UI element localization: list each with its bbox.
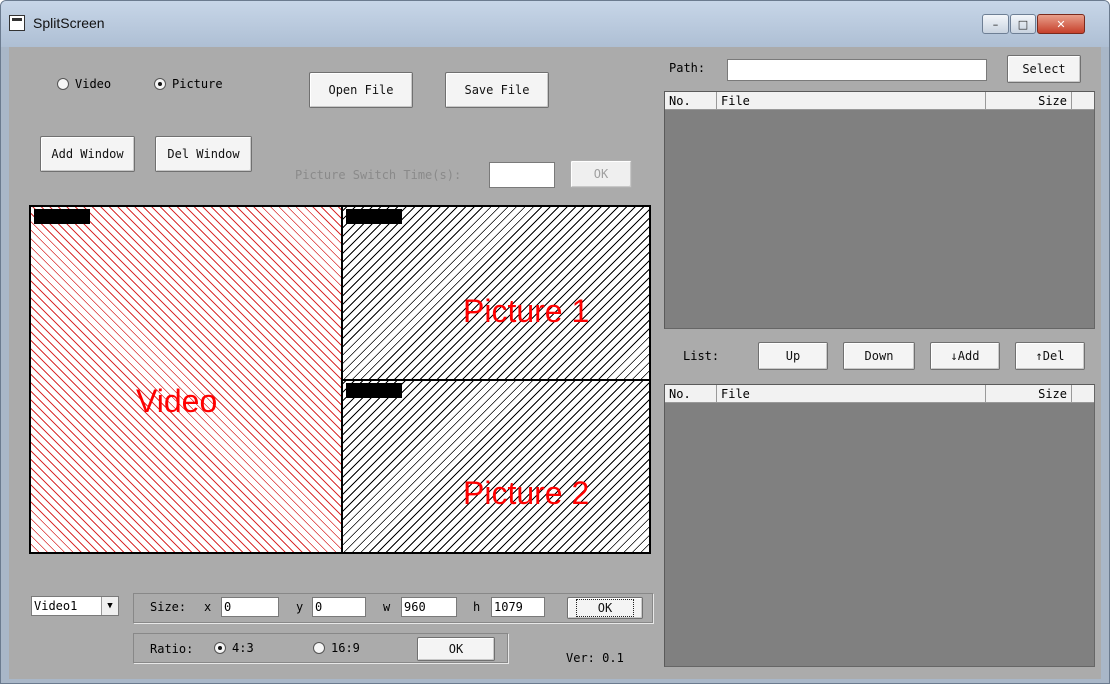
video-region-tag [34, 209, 90, 224]
video-region[interactable]: Video [31, 207, 343, 552]
file-table-col-no[interactable]: No. [665, 92, 717, 110]
list-table-col-no[interactable]: No. [665, 385, 717, 403]
video-radio-indicator [57, 78, 69, 90]
file-table-header: No. File Size [665, 92, 1094, 110]
picture-radio-indicator [154, 78, 166, 90]
size-y-input[interactable]: 0 [312, 597, 366, 617]
size-w-label: w [383, 600, 391, 614]
list-table-col-file[interactable]: File [717, 385, 986, 403]
list-table-header: No. File Size [665, 385, 1094, 403]
list-label: List: [683, 349, 720, 363]
ratio-label: Ratio: [150, 642, 194, 656]
window-select-value: Video1 [34, 599, 78, 613]
window-select-combo[interactable]: Video1 ▼ [31, 596, 119, 616]
version-label: Ver: 0.1 [566, 651, 624, 665]
picture-mode-radio[interactable]: Picture [154, 77, 223, 91]
picture-2-region-label: Picture 2 [463, 475, 590, 511]
window-title: SplitScreen [33, 15, 105, 31]
maximize-button[interactable]: □ [1010, 14, 1036, 34]
splitscreen-window: SplitScreen – □ ✕ Video Picture Open Fil… [0, 0, 1110, 684]
video-mode-radio[interactable]: Video [57, 77, 111, 91]
save-file-button[interactable]: Save File [445, 72, 549, 108]
size-y-label: y [296, 600, 304, 614]
ratio-16-9-radio[interactable]: 16:9 [313, 641, 360, 655]
file-table-col-file[interactable]: File [717, 92, 986, 110]
size-x-label: x [204, 600, 212, 614]
video-radio-label: Video [75, 77, 112, 91]
size-ok-label: OK [575, 599, 635, 617]
client-area: Video Picture Open File Save File Add Wi… [9, 47, 1101, 679]
ratio-ok-button[interactable]: OK [417, 637, 495, 661]
size-label: Size: [150, 600, 187, 614]
picture-switch-time-input[interactable] [489, 162, 555, 188]
size-h-input[interactable]: 1079 [491, 597, 545, 617]
file-table-col-size[interactable]: Size [986, 92, 1072, 110]
picture-1-region[interactable]: Picture 1 [343, 207, 649, 381]
chevron-down-icon[interactable]: ▼ [101, 597, 118, 615]
open-file-button[interactable]: Open File [309, 72, 413, 108]
select-path-button[interactable]: Select [1007, 55, 1081, 83]
ratio-4-3-radio[interactable]: 4:3 [214, 641, 254, 655]
ratio-4-3-indicator [214, 642, 226, 654]
up-button[interactable]: Up [758, 342, 828, 370]
ratio-16-9-indicator [313, 642, 325, 654]
app-icon [9, 15, 25, 31]
file-table[interactable]: No. File Size [664, 91, 1095, 329]
add-window-button[interactable]: Add Window [40, 136, 135, 172]
picture-switch-time-label: Picture Switch Time(s): [295, 168, 462, 182]
minimize-button[interactable]: – [982, 14, 1009, 34]
size-h-label: h [473, 600, 481, 614]
path-input[interactable] [727, 59, 987, 81]
ratio-16-9-label: 16:9 [331, 641, 360, 655]
layout-canvas[interactable]: Video Picture 1 Picture 2 [29, 205, 651, 554]
size-w-input[interactable]: 960 [401, 597, 457, 617]
picture-2-region[interactable]: Picture 2 [343, 381, 649, 552]
picture-1-region-tag [346, 209, 402, 224]
video-region-label: Video [136, 383, 218, 419]
path-label: Path: [669, 61, 706, 75]
list-table-col-size[interactable]: Size [986, 385, 1072, 403]
add-to-list-button[interactable]: ↓Add [930, 342, 1000, 370]
picture-2-region-tag [346, 383, 402, 398]
list-table[interactable]: No. File Size [664, 384, 1095, 667]
switch-time-ok-button[interactable]: OK [570, 160, 632, 188]
close-button[interactable]: ✕ [1037, 14, 1085, 34]
ratio-4-3-label: 4:3 [232, 641, 254, 655]
del-window-button[interactable]: Del Window [155, 136, 252, 172]
picture-1-region-label: Picture 1 [463, 293, 590, 329]
title-bar[interactable]: SplitScreen – □ ✕ [1, 1, 1109, 47]
size-x-input[interactable]: 0 [221, 597, 279, 617]
size-ok-button[interactable]: OK [567, 597, 643, 619]
picture-radio-label: Picture [172, 77, 223, 91]
delete-from-list-button[interactable]: ↑Del [1015, 342, 1085, 370]
down-button[interactable]: Down [843, 342, 915, 370]
